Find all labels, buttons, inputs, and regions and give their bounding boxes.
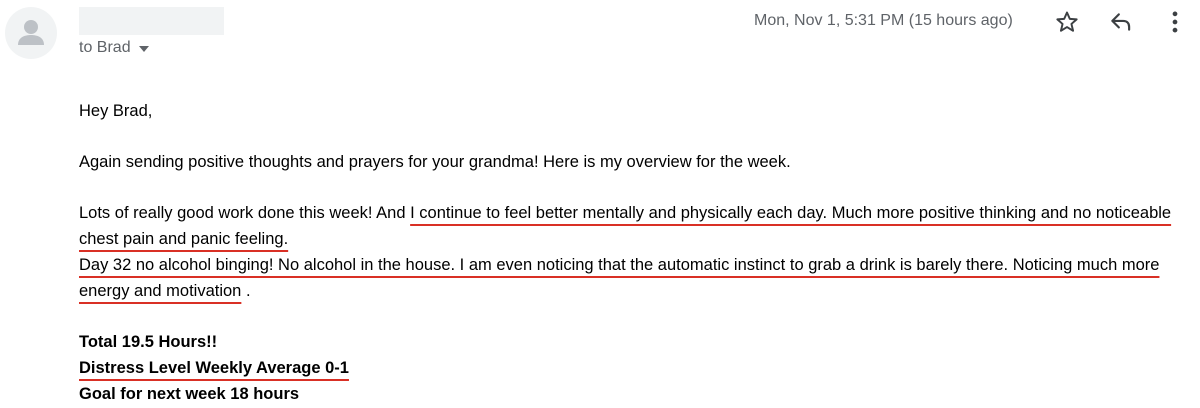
highlight-distress: Distress Level Weekly Average 0-1: [79, 359, 349, 377]
recipients-line[interactable]: to Brad: [79, 39, 149, 57]
person-icon: [18, 20, 44, 45]
progress-intro: Lots of really good work done this week!…: [79, 204, 411, 222]
paragraph-progress: Lots of really good work done this week!…: [79, 200, 1194, 252]
sender-avatar[interactable]: [5, 7, 57, 59]
recipient-label: to Brad: [79, 39, 131, 56]
paragraph-sobriety: Day 32 no alcohol binging! No alcohol in…: [79, 252, 1194, 304]
message-date: Mon, Nov 1, 5:31 PM (15 hours ago): [754, 12, 1013, 29]
message-body: Hey Brad, Again sending positive thought…: [79, 98, 1194, 407]
chevron-down-icon[interactable]: [138, 39, 149, 57]
sender-name-redacted: [79, 7, 224, 35]
more-vert-icon[interactable]: [1162, 9, 1188, 35]
sobriety-end: .: [241, 282, 251, 300]
total-hours: Total 19.5 Hours!!: [79, 333, 218, 351]
greeting: Hey Brad,: [79, 102, 153, 120]
distress-level: Distress Level Weekly Average 0-1: [79, 355, 1194, 381]
weekly-goal: Goal for next week 18 hours: [79, 385, 300, 403]
reply-icon[interactable]: [1108, 9, 1134, 35]
star-icon[interactable]: [1054, 9, 1080, 35]
paragraph-prayers: Again sending positive thoughts and pray…: [79, 153, 791, 171]
